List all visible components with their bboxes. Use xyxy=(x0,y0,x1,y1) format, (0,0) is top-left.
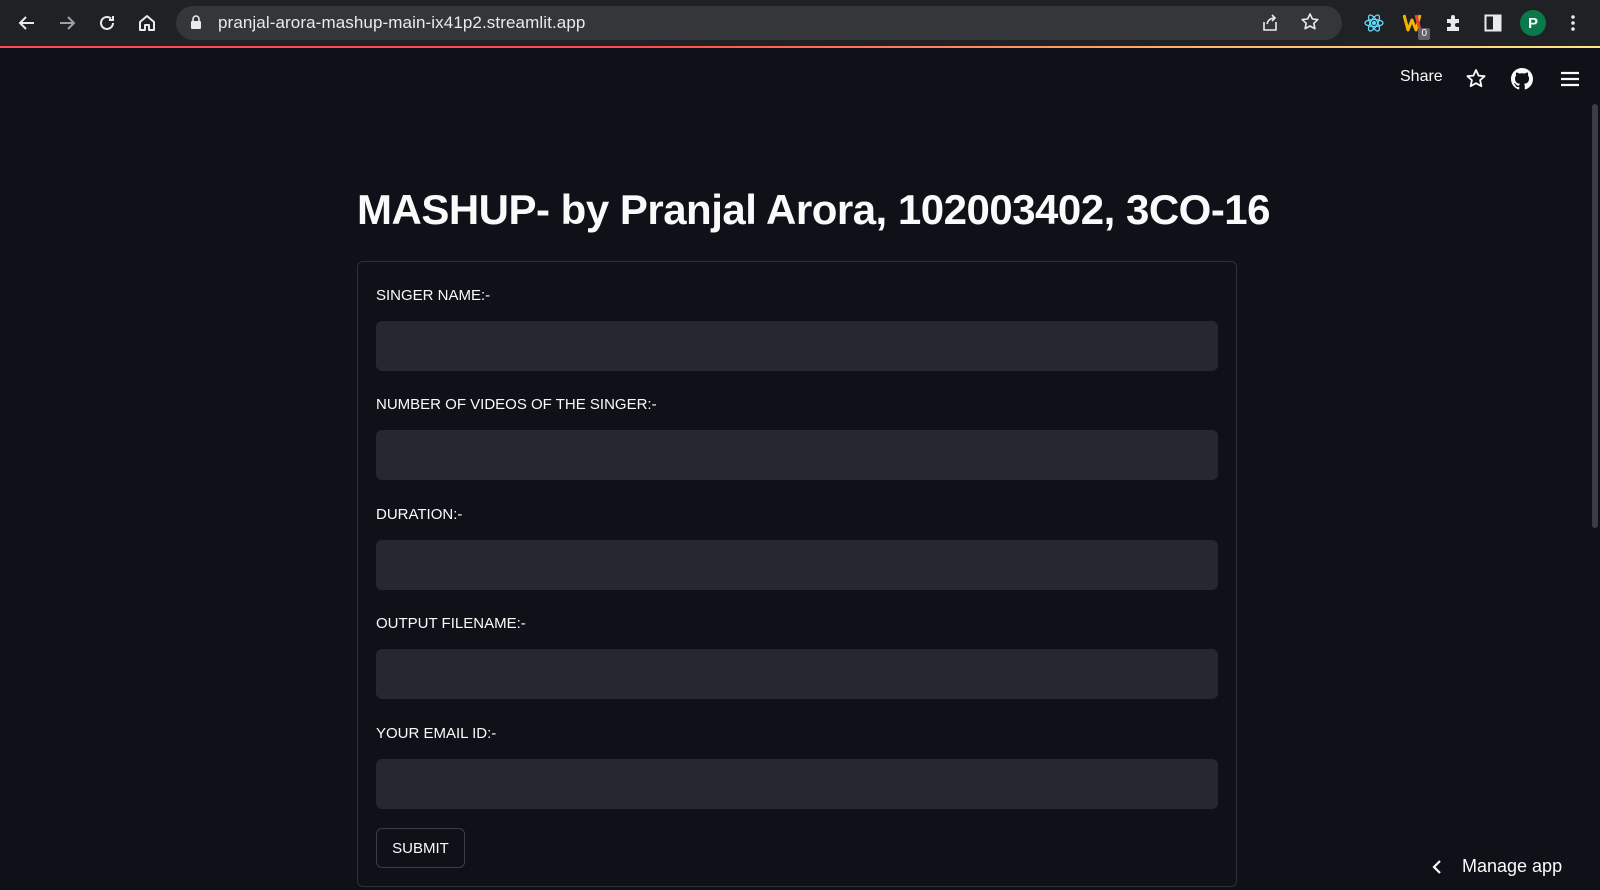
extensions-puzzle-icon[interactable] xyxy=(1440,9,1468,37)
side-panel-icon[interactable] xyxy=(1479,9,1507,37)
address-bar[interactable]: pranjal-arora-mashup-main-ix41p2.streaml… xyxy=(176,6,1342,40)
lock-icon[interactable] xyxy=(190,15,202,35)
page-title: MASHUP- by Pranjal Arora, 102003402, 3CO… xyxy=(357,186,1271,233)
manage-app-label: Manage app xyxy=(1462,856,1563,876)
number-of-videos-label: NUMBER OF VIDEOS OF THE SINGER:- xyxy=(376,396,657,413)
browser-toolbar: pranjal-arora-mashup-main-ix41p2.streaml… xyxy=(0,0,1600,46)
url-text[interactable]: pranjal-arora-mashup-main-ix41p2.streaml… xyxy=(218,13,585,33)
reload-icon[interactable] xyxy=(92,8,122,38)
email-input[interactable] xyxy=(376,759,1218,809)
forward-arrow-icon[interactable] xyxy=(52,8,82,38)
home-icon[interactable] xyxy=(132,8,162,38)
react-devtools-icon[interactable] xyxy=(1360,9,1388,37)
mashup-form: SINGER NAME:- NUMBER OF VIDEOS OF THE SI… xyxy=(357,261,1237,887)
back-arrow-icon[interactable] xyxy=(12,8,42,38)
share-page-icon[interactable] xyxy=(1260,13,1280,38)
singer-name-input[interactable] xyxy=(376,321,1218,371)
extension-w-icon[interactable]: 0 xyxy=(1400,9,1430,40)
duration-input[interactable] xyxy=(376,540,1218,590)
output-filename-label: OUTPUT FILENAME:- xyxy=(376,615,526,632)
manage-app-button[interactable]: Manage app xyxy=(1432,856,1562,877)
github-icon[interactable] xyxy=(1509,66,1535,92)
scrollbar-thumb[interactable] xyxy=(1592,104,1598,528)
duration-label: DURATION:- xyxy=(376,506,463,523)
singer-name-label: SINGER NAME:- xyxy=(376,287,491,304)
loading-accent-bar xyxy=(0,46,1600,48)
chevron-left-icon xyxy=(1432,859,1442,875)
number-of-videos-input[interactable] xyxy=(376,430,1218,480)
extension-badge: 0 xyxy=(1418,28,1430,40)
bookmark-star-icon[interactable] xyxy=(1300,12,1320,37)
kebab-menu-icon[interactable] xyxy=(1559,9,1587,37)
hamburger-menu-icon[interactable] xyxy=(1557,66,1583,92)
output-filename-input[interactable] xyxy=(376,649,1218,699)
submit-button[interactable]: SUBMIT xyxy=(376,828,465,868)
page-scrollbar[interactable] xyxy=(1590,48,1600,890)
star-icon[interactable] xyxy=(1463,66,1489,92)
email-label: YOUR EMAIL ID:- xyxy=(376,725,497,742)
profile-avatar[interactable]: P xyxy=(1520,10,1546,36)
share-button[interactable]: Share xyxy=(1400,68,1443,86)
